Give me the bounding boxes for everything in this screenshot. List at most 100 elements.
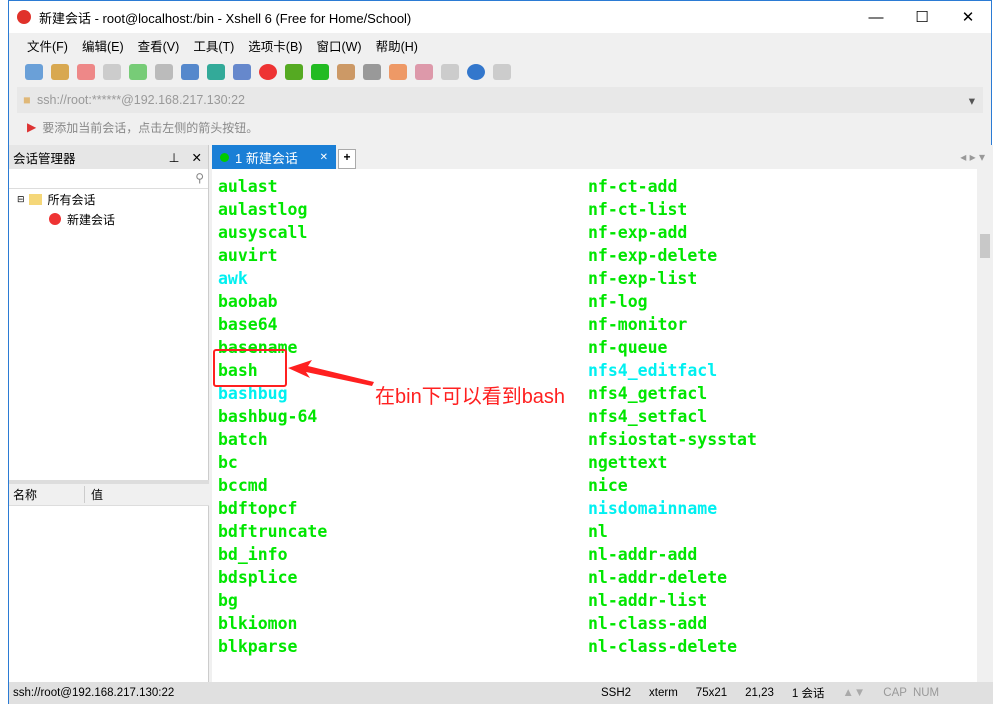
terminal-line: aulastlog: [218, 200, 308, 219]
terminal-line: nfs4_getfacl: [588, 384, 708, 403]
terminal-line: base64: [218, 315, 278, 334]
menu-item[interactable]: 文件(F): [27, 36, 68, 55]
tab-nav-arrows[interactable]: ◂ ▸ ▾: [960, 150, 985, 164]
terminal-column-1: aulast aulastlog ausyscall auvirt awk baobab b…: [218, 175, 327, 658]
add-session-arrow-icon[interactable]: ▶: [27, 120, 36, 134]
terminal-line: ngettext: [588, 453, 668, 472]
layout-icon[interactable]: [441, 64, 459, 80]
address-text: ssh://root:******@192.168.217.130:22: [37, 93, 245, 107]
tab-new-session[interactable]: 1 新建会话 ✕: [212, 145, 336, 169]
terminal-line: bdftruncate: [218, 522, 328, 541]
toolbar: [9, 57, 991, 87]
terminal-line: bg: [218, 591, 238, 610]
terminal-line: nf-exp-list: [588, 269, 698, 288]
session-search-input[interactable]: ⚲: [9, 169, 208, 189]
folder-icon: [28, 193, 42, 205]
tree-item-all-sessions[interactable]: ⊟ 所有会话: [9, 189, 208, 209]
status-cap: CAP: [883, 687, 907, 699]
terminal-line: nfs4_setfacl: [588, 407, 708, 426]
xshell-icon[interactable]: [259, 64, 277, 80]
font-icon[interactable]: [233, 64, 251, 80]
status-sessions: 1 会话: [791, 688, 825, 700]
menu-item[interactable]: 查看(V): [138, 36, 180, 55]
annotation-highlight-box: [213, 349, 287, 387]
chevron-down-icon[interactable]: ▾: [969, 93, 975, 108]
session-manager-panel: 会话管理器 ⊥ ✕ ⚲ ⊟ 所有会话 新建会话 名称值: [9, 145, 209, 682]
terminal-line: nisdomainname: [588, 499, 718, 518]
new-folder-icon[interactable]: [415, 64, 433, 80]
terminal-line: bd_info: [218, 545, 288, 564]
status-terminal-type: xterm: [649, 687, 678, 699]
properties-icon[interactable]: [129, 64, 147, 80]
terminal-line: nf-exp-add: [588, 223, 688, 242]
chat-icon[interactable]: [493, 64, 511, 80]
connected-status-icon: [220, 152, 229, 162]
maximize-button[interactable]: ☐: [899, 8, 945, 26]
annotation-text: 在bin下可以看到bash: [375, 386, 566, 408]
tab-bar: 1 新建会话 ✕ + ◂ ▸ ▾: [212, 145, 993, 169]
add-tab-button[interactable]: +: [338, 149, 356, 169]
status-bar: ssh://root@192.168.217.130:22 SSH2 xterm…: [9, 682, 993, 704]
menu-item[interactable]: 窗口(W): [316, 36, 361, 55]
terminal-line: nf-ct-list: [588, 200, 688, 219]
terminal-line: nice: [588, 476, 628, 495]
status-size: 75x21: [695, 687, 728, 699]
terminal-line: nf-ct-add: [588, 177, 678, 196]
terminal-line: bc: [218, 453, 238, 472]
tree-item-new-session[interactable]: 新建会话: [9, 209, 208, 229]
menu-item[interactable]: 选项卡(B): [248, 36, 302, 55]
terminal-scrollbar[interactable]: [977, 169, 993, 682]
disconnect-icon[interactable]: [77, 64, 95, 80]
menu-item[interactable]: 帮助(H): [376, 36, 418, 55]
reconnect-icon[interactable]: [103, 64, 121, 80]
status-connection: ssh://root@192.168.217.130:22: [13, 687, 175, 699]
menu-item[interactable]: 工具(T): [193, 36, 234, 55]
terminal-output[interactable]: aulast aulastlog ausyscall auvirt awk baobab b…: [212, 169, 977, 682]
lock-icon: ■: [23, 93, 31, 107]
terminal-line: nl-class-add: [588, 614, 708, 633]
terminal-column-2: nf-ct-add nf-ct-list nf-exp-add nf-exp-dele…: [588, 175, 757, 658]
open-folder-icon[interactable]: [51, 64, 69, 80]
scrollbar-thumb[interactable]: [980, 234, 990, 258]
title-bar: 新建会话 - root@localhost:/bin - Xshell 6 (F…: [9, 1, 991, 33]
terminal-line: bccmd: [218, 476, 268, 495]
column-header-value: 值: [91, 488, 104, 502]
menu-item[interactable]: 编辑(E): [82, 36, 124, 55]
transfer-icon[interactable]: [181, 64, 199, 80]
keyboard-icon[interactable]: [363, 64, 381, 80]
xftp-icon[interactable]: [285, 64, 303, 80]
xshell-logo-icon: [17, 10, 31, 24]
pin-icon[interactable]: ⊥: [169, 150, 180, 165]
session-icon: [49, 213, 61, 225]
status-num: NUM: [912, 687, 940, 699]
status-protocol: SSH2: [601, 687, 632, 699]
session-manager-header: 会话管理器 ⊥ ✕: [9, 145, 208, 169]
globe-icon[interactable]: [207, 64, 225, 80]
terminal-line: blkiomon: [218, 614, 298, 633]
minimize-button[interactable]: —: [853, 9, 899, 26]
lock-icon[interactable]: [337, 64, 355, 80]
hint-bar: ▶ 要添加当前会话，点击左侧的箭头按钮。: [9, 113, 991, 141]
terminal-line: aulast: [218, 177, 278, 196]
terminal-line: nl-addr-add: [588, 545, 698, 564]
highlight-icon[interactable]: [389, 64, 407, 80]
close-button[interactable]: ✕: [945, 8, 991, 26]
window-title: 新建会话 - root@localhost:/bin - Xshell 6 (F…: [39, 10, 412, 26]
address-bar[interactable]: ■ ssh://root:******@192.168.217.130:22 ▾: [17, 87, 983, 113]
fullscreen-icon[interactable]: [311, 64, 329, 80]
terminal-line: bashbug-64: [218, 407, 318, 426]
up-down-arrows-icon[interactable]: ▲▼: [843, 687, 866, 699]
status-cursor-pos: 21,23: [745, 687, 774, 699]
terminal-line: nl-addr-delete: [588, 568, 728, 587]
terminal-line: nfs4_editfacl: [588, 361, 718, 380]
terminal-line: nl-addr-list: [588, 591, 708, 610]
close-panel-icon[interactable]: ✕: [192, 150, 202, 165]
hint-text: 要添加当前会话，点击左侧的箭头按钮。: [42, 120, 259, 135]
annotation-arrow: [288, 360, 374, 386]
help-icon[interactable]: [467, 64, 485, 80]
terminal-line: ausyscall: [218, 223, 308, 242]
terminal-line: nf-log: [588, 292, 648, 311]
search-icon[interactable]: [155, 64, 173, 80]
close-tab-icon[interactable]: ✕: [320, 152, 328, 163]
new-session-icon[interactable]: [25, 64, 43, 80]
